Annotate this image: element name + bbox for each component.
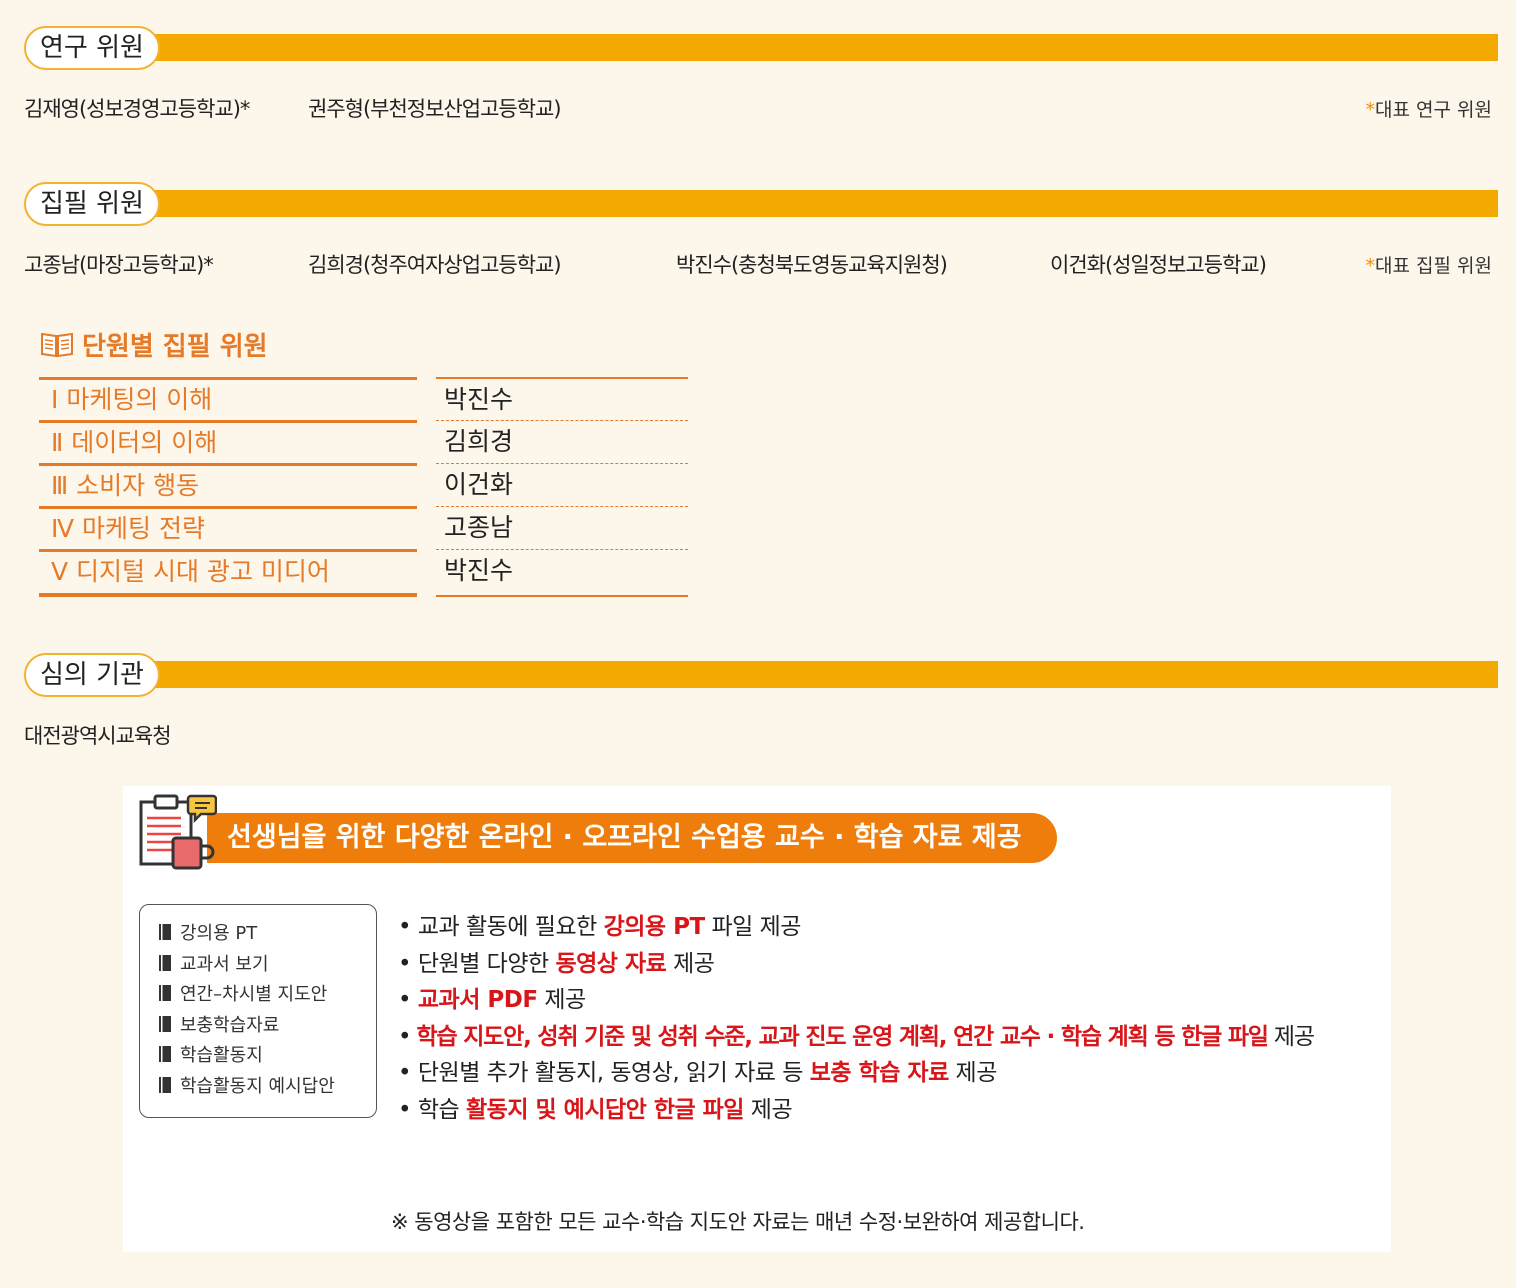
book-icon	[159, 924, 171, 941]
promo-footnote: ※ 동영상을 포함한 모든 교수·학습 지도안 자료는 매년 수정·보완하여 제…	[391, 1210, 1085, 1234]
research-title: 연구 위원	[24, 26, 160, 70]
bullet-highlight: 교과서 PDF	[417, 987, 538, 1013]
bullet-text: • 학습	[398, 1096, 467, 1123]
feature-list: • 교과 활동에 필요한 강의용 PT 파일 제공 • 단원별 다양한 동영상 …	[398, 909, 1315, 1129]
list-item: • 학습 활동지 및 예시답안 한글 파일 제공	[398, 1092, 1314, 1129]
writing-note: *대표 집필 위원	[1366, 251, 1492, 278]
menu-item-label: 연간–차시별 지도안	[180, 984, 328, 1006]
bullet-text: •	[398, 1023, 417, 1050]
bullet-highlight: 강의용 PT	[603, 914, 706, 940]
writing-title: 집필 위원	[24, 182, 160, 226]
unit-name: Ⅴ 디지털 시대 광고 미디어	[39, 549, 417, 597]
menu-item-label: 강의용 PT	[180, 923, 258, 945]
menu-item[interactable]: 보충학습자료	[158, 1009, 376, 1040]
teacher-materials-box: 선생님을 위한 다양한 온라인 · 오프라인 수업용 교수 · 학습 자료 제공…	[123, 786, 1391, 1252]
menu-item[interactable]: 교과서 보기	[158, 948, 376, 979]
menu-item[interactable]: 강의용 PT	[158, 917, 376, 948]
unit-authors-title: 단원별 집필 위원	[40, 326, 268, 362]
writing-member: 김희경(청주여자상업고등학교)	[308, 253, 562, 277]
bullet-text: • 단원별 추가 활동지, 동영상, 읽기 자료 등	[398, 1060, 810, 1086]
bullet-text: 제공	[1267, 1023, 1315, 1050]
book-icon	[159, 985, 171, 1002]
note-star: *	[1365, 255, 1376, 277]
research-member: 권주형(부천정보산업고등학교)	[308, 97, 562, 121]
bullet-text: 제공	[666, 950, 715, 977]
bullet-text: • 단원별 다양한	[398, 950, 556, 977]
bullet-highlight: 보충 학습 자료	[809, 1060, 949, 1086]
unit-author: 고종남	[436, 506, 688, 549]
bullet-highlight: 동영상 자료	[555, 950, 667, 977]
list-item: • 단원별 다양한 동영상 자료 제공	[398, 946, 1314, 983]
header-bar	[144, 190, 1498, 217]
bullet-text: •	[398, 987, 418, 1013]
book-icon	[159, 1046, 171, 1063]
menu-item[interactable]: 연간–차시별 지도안	[158, 978, 376, 1009]
menu-item[interactable]: 학습활동지 예시답안	[158, 1070, 376, 1101]
unit-name: Ⅳ 마케팅 전략	[39, 506, 417, 549]
list-item: • 단원별 추가 활동지, 동영상, 읽기 자료 등 보충 학습 자료 제공	[398, 1055, 1314, 1092]
menu-item-label: 교과서 보기	[180, 953, 269, 975]
unit-name: Ⅲ 소비자 행동	[39, 463, 417, 506]
book-icon	[159, 954, 171, 971]
materials-menu: 강의용 PT 교과서 보기 연간–차시별 지도안 보충학습자료 학습활동지 학습…	[139, 904, 377, 1118]
bullet-text: 제공	[948, 1060, 998, 1086]
header-bar	[144, 34, 1498, 61]
unit-author: 박진수	[436, 377, 688, 420]
open-book-icon	[41, 332, 73, 358]
unit-author: 김희경	[436, 420, 688, 463]
bullet-text: 제공	[537, 987, 586, 1013]
bullet-highlight: 학습 지도안, 성취 기준 및 성취 수준, 교과 진도 운영 계획, 연간 교…	[416, 1023, 1268, 1050]
unit-name: Ⅱ 데이터의 이해	[39, 420, 417, 463]
bullet-highlight: 활동지 및 예시답안 한글 파일	[466, 1096, 744, 1123]
writing-member: 이건화(성일정보고등학교)	[1050, 253, 1267, 277]
book-icon	[159, 1076, 171, 1093]
review-body: 대전광역시교육청	[24, 724, 172, 748]
unit-name: Ⅰ 마케팅의 이해	[39, 377, 417, 420]
bullet-text: 파일 제공	[704, 914, 801, 940]
header-bar	[144, 661, 1498, 688]
note-star: *	[1365, 99, 1376, 121]
unit-author: 이건화	[436, 463, 688, 506]
list-item: • 교과서 PDF 제공	[398, 982, 1314, 1019]
writing-section-header: 집필 위원	[24, 182, 1498, 226]
unit-authors-title-text: 단원별 집필 위원	[82, 331, 268, 362]
bullet-text: • 교과 활동에 필요한	[398, 914, 604, 940]
unit-author: 박진수	[436, 549, 688, 597]
book-icon	[159, 1015, 171, 1032]
writing-member: 박진수(충청북도영동교육지원청)	[676, 253, 948, 277]
clipboard-mug-icon	[139, 794, 217, 870]
review-title: 심의 기관	[24, 653, 160, 697]
promo-banner: 선생님을 위한 다양한 온라인 · 오프라인 수업용 교수 · 학습 자료 제공	[207, 813, 1057, 863]
note-text: 대표 연구 위원	[1375, 99, 1492, 121]
research-member: 김재영(성보경영고등학교)*	[24, 97, 250, 121]
menu-item-label: 학습활동지	[180, 1045, 263, 1067]
review-section-header: 심의 기관	[24, 653, 1498, 697]
research-note: *대표 연구 위원	[1366, 95, 1492, 122]
research-section-header: 연구 위원	[24, 26, 1498, 70]
writing-member: 고종남(마장고등학교)*	[24, 253, 214, 277]
note-text: 대표 집필 위원	[1375, 255, 1492, 277]
list-item: • 학습 지도안, 성취 기준 및 성취 수준, 교과 진도 운영 계획, 연간…	[398, 1019, 1315, 1056]
bullet-text: 제공	[743, 1096, 793, 1123]
menu-item-label: 학습활동지 예시답안	[180, 1075, 335, 1097]
menu-item[interactable]: 학습활동지	[158, 1039, 376, 1070]
menu-item-label: 보충학습자료	[180, 1014, 280, 1036]
list-item: • 교과 활동에 필요한 강의용 PT 파일 제공	[398, 909, 1314, 946]
promo-banner-text: 선생님을 위한 다양한 온라인 · 오프라인 수업용 교수 · 학습 자료 제공	[227, 822, 1022, 853]
